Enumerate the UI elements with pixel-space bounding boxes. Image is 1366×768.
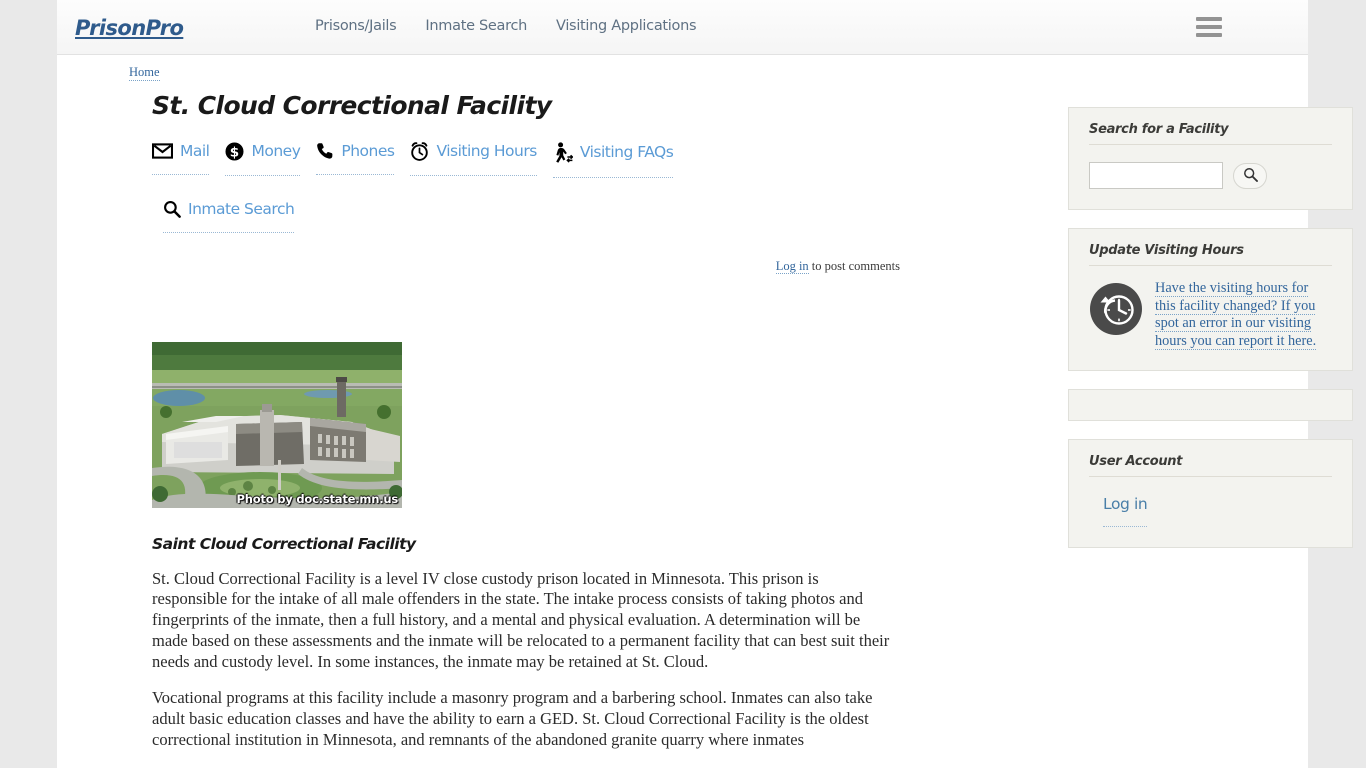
quicklink-label: Inmate Search bbox=[188, 199, 295, 218]
panel-title: User Account bbox=[1089, 454, 1332, 477]
search-magnifier-icon bbox=[1243, 167, 1258, 185]
page-root: PrisonPro Prisons/Jails Inmate Search Vi… bbox=[0, 0, 1366, 768]
quicklink-inmate-search[interactable]: Inmate Search bbox=[163, 199, 295, 233]
nav-item-visiting-applications[interactable]: Visiting Applications bbox=[556, 18, 697, 34]
body-paragraph: St. Cloud Correctional Facility is a lev… bbox=[152, 568, 890, 671]
facility-photo-image bbox=[152, 341, 402, 508]
breadcrumb: Home bbox=[129, 65, 160, 81]
sidebar-login-link[interactable]: Log in bbox=[1103, 495, 1148, 527]
update-hours-row: Have the visiting hours for this facilit… bbox=[1089, 280, 1332, 350]
panel-title: Search for a Facility bbox=[1089, 122, 1332, 145]
facility-search-button[interactable] bbox=[1233, 162, 1267, 189]
update-hours-link[interactable]: Have the visiting hours for this facilit… bbox=[1155, 280, 1332, 350]
sidebar: Search for a Facility Update Visiting Ho… bbox=[1068, 107, 1353, 566]
quicklink-label: Mail bbox=[180, 141, 210, 160]
quicklink-money[interactable]: $ Money bbox=[225, 142, 301, 176]
nav-item-prisons-jails[interactable]: Prisons/Jails bbox=[315, 18, 397, 34]
quicklink-visiting-faqs[interactable]: Visiting FAQs bbox=[552, 141, 674, 178]
alarm-clock-icon bbox=[410, 141, 429, 161]
main-navigation: Prisons/Jails Inmate Search Visiting App… bbox=[315, 18, 697, 34]
panel-title: Update Visiting Hours bbox=[1089, 243, 1332, 266]
panel-search-facility: Search for a Facility bbox=[1068, 107, 1353, 210]
site-logo[interactable]: PrisonPro bbox=[75, 16, 184, 40]
mail-envelope-icon bbox=[151, 142, 174, 159]
quicklink-phones[interactable]: Phones bbox=[316, 141, 395, 175]
panel-update-visiting-hours: Update Visiting Hours Have the visiting … bbox=[1068, 228, 1353, 371]
page-title: St. Cloud Correctional Facility bbox=[152, 91, 552, 120]
search-magnifier-icon bbox=[163, 200, 181, 218]
hamburger-bar bbox=[1196, 17, 1222, 21]
site-header: PrisonPro Prisons/Jails Inmate Search Vi… bbox=[57, 0, 1308, 55]
quicklink-mail[interactable]: Mail bbox=[151, 141, 210, 175]
facility-subtitle: Saint Cloud Correctional Facility bbox=[152, 534, 416, 553]
quicklink-label: Visiting FAQs bbox=[579, 143, 674, 161]
svg-text:$: $ bbox=[230, 144, 239, 160]
visitor-walking-icon bbox=[553, 141, 574, 163]
update-hours-link-text: Have the visiting hours for this facilit… bbox=[1155, 280, 1317, 350]
hamburger-bar bbox=[1196, 33, 1222, 37]
comment-prompt-suffix: to post comments bbox=[808, 258, 900, 273]
main-content-column: St. Cloud Correctional Facility Mail $ M… bbox=[151, 91, 952, 751]
nav-item-inmate-search[interactable]: Inmate Search bbox=[425, 18, 527, 34]
panel-empty-block bbox=[1068, 389, 1353, 421]
facility-quicklinks: Mail $ Money Phones Visiting Hours Visit… bbox=[151, 141, 792, 255]
comment-prompt: Log in to post comments bbox=[152, 258, 900, 274]
facility-search-input[interactable] bbox=[1089, 162, 1223, 189]
facility-search-row bbox=[1089, 162, 1332, 189]
content-shell: PrisonPro Prisons/Jails Inmate Search Vi… bbox=[57, 0, 1353, 768]
facility-photo: Photo by doc.state.mn.us bbox=[152, 341, 402, 508]
breadcrumb-home-link[interactable]: Home bbox=[129, 65, 160, 81]
photo-credit-caption: Photo by doc.state.mn.us bbox=[236, 491, 398, 506]
quicklink-label: Money bbox=[251, 142, 301, 160]
hamburger-bar bbox=[1196, 25, 1222, 29]
money-dollar-circle-icon: $ bbox=[225, 142, 244, 161]
quicklink-label: Visiting Hours bbox=[436, 142, 537, 160]
quicklink-visiting-hours[interactable]: Visiting Hours bbox=[410, 141, 537, 176]
clock-refresh-icon bbox=[1089, 282, 1143, 336]
phone-handset-icon bbox=[316, 142, 334, 160]
body-paragraph: Vocational programs at this facility inc… bbox=[152, 688, 873, 750]
quicklink-label: Phones bbox=[341, 141, 395, 160]
panel-user-account: User Account Log in bbox=[1068, 439, 1353, 548]
hamburger-menu-icon[interactable] bbox=[1196, 17, 1222, 37]
comment-login-link[interactable]: Log in bbox=[775, 258, 809, 274]
